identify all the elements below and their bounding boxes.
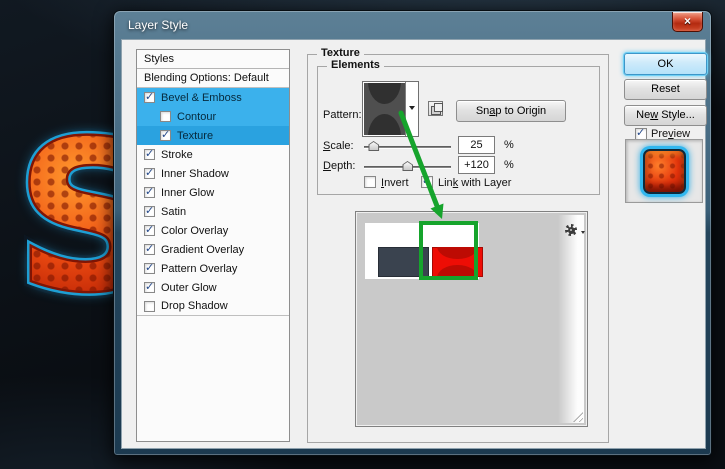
styles-list-header[interactable]: Styles <box>137 50 289 69</box>
scale-slider[interactable] <box>364 146 451 148</box>
sidebar-item-inner-shadow[interactable]: ✓ Inner Shadow <box>137 164 289 183</box>
picker-scrollbar[interactable] <box>558 215 584 423</box>
scale-input[interactable]: 25 <box>458 136 495 154</box>
sidebar-item-label: Outer Glow <box>161 282 217 294</box>
check-icon: ✓ <box>636 126 645 139</box>
sidebar-item-drop-shadow[interactable]: Drop Shadow <box>137 297 289 316</box>
checkbox-icon[interactable]: ✓ <box>144 225 155 236</box>
invert-label: Invert <box>381 177 409 189</box>
new-style-button[interactable]: New Style... <box>624 105 707 126</box>
sidebar-item-label: Bevel & Emboss <box>161 92 242 104</box>
sidebar-item-texture[interactable]: ✓ Texture <box>137 126 289 145</box>
dialog-client-area: Styles Blending Options: Default ✓ Bevel &… <box>121 39 706 449</box>
checkbox-icon[interactable]: ✓ <box>144 168 155 179</box>
ok-button[interactable]: OK <box>624 53 707 75</box>
sidebar-item-label: Contour <box>177 111 216 123</box>
checkbox-icon[interactable] <box>160 111 171 122</box>
checkbox-icon[interactable]: ✓ <box>144 206 155 217</box>
sidebar-item-blending-options-default[interactable]: Blending Options: Default <box>137 69 289 88</box>
sidebar-item-pattern-overlay[interactable]: ✓ Pattern Overlay <box>137 259 289 278</box>
sidebar-item-bevel-emboss[interactable]: ✓ Bevel & Emboss <box>137 88 289 107</box>
sidebar-item-contour[interactable]: Contour <box>137 107 289 126</box>
texture-panel: Texture Elements Pattern: Snap to Origin… <box>307 54 609 443</box>
sidebar-item-color-overlay[interactable]: ✓ Color Overlay <box>137 221 289 240</box>
scale-slider-thumb[interactable] <box>368 141 379 151</box>
dialog-title: Layer Style <box>128 18 188 32</box>
sidebar-item-label: Gradient Overlay <box>161 244 244 256</box>
sidebar-item-label: Stroke <box>161 149 193 161</box>
check-icon: ✓ <box>422 174 431 187</box>
sidebar-item-stroke[interactable]: ✓ Stroke <box>137 145 289 164</box>
pattern-swatch-red-selected[interactable] <box>432 247 483 277</box>
checkbox-icon[interactable]: ✓ <box>144 149 155 160</box>
sidebar-item-outer-glow[interactable]: ✓ Outer Glow <box>137 278 289 297</box>
depth-input[interactable]: +120 <box>458 156 495 174</box>
checkbox-icon[interactable]: ✓ <box>160 130 171 141</box>
pattern-thumbnail[interactable] <box>364 83 405 135</box>
scale-unit: % <box>504 139 514 151</box>
sidebar-item-gradient-overlay[interactable]: ✓ Gradient Overlay <box>137 240 289 259</box>
reset-button[interactable]: Reset <box>624 79 707 100</box>
flyout-triangle-icon <box>581 231 585 236</box>
checkbox-icon[interactable]: ✓ <box>144 263 155 274</box>
sidebar-item-label: Inner Shadow <box>161 168 229 180</box>
pattern-swatch-dark[interactable] <box>378 247 429 277</box>
styles-list-box: Styles Blending Options: Default ✓ Bevel &… <box>136 49 290 442</box>
checkbox-icon[interactable]: ✓ <box>144 244 155 255</box>
invert-checkbox[interactable] <box>364 176 376 188</box>
snap-to-origin-button[interactable]: Snap to Origin <box>456 100 566 122</box>
sidebar-item-inner-glow[interactable]: ✓ Inner Glow <box>137 183 289 202</box>
depth-label: Depth: <box>323 160 355 172</box>
scale-label: Scale: <box>323 140 354 152</box>
pattern-well[interactable] <box>362 81 419 137</box>
gear-icon <box>565 224 577 236</box>
elements-group-label: Elements <box>327 59 384 71</box>
layer-style-dialog: Layer Style × Styles Blending Options: D… <box>113 10 712 456</box>
sidebar-item-label: Inner Glow <box>161 187 214 199</box>
sidebar-item-label: Blending Options: Default <box>144 72 269 84</box>
sidebar-item-label: Pattern Overlay <box>161 263 237 275</box>
chevron-down-icon <box>409 106 415 113</box>
sidebar-item-label: Color Overlay <box>161 225 228 237</box>
depth-slider[interactable] <box>364 166 451 168</box>
checkbox-icon[interactable]: ✓ <box>144 282 155 293</box>
pattern-label: Pattern: <box>323 109 362 121</box>
style-preview-thumbnail <box>643 149 686 194</box>
styles-list: Blending Options: Default ✓ Bevel & Emboss… <box>137 69 289 316</box>
sidebar-item-label: Drop Shadow <box>161 300 228 312</box>
depth-slider-thumb[interactable] <box>402 161 413 171</box>
close-icon: × <box>684 14 691 28</box>
sidebar-item-label: Satin <box>161 206 186 218</box>
elements-group: Elements Pattern: Snap to Origin Scale: … <box>317 66 600 195</box>
sidebar-item-satin[interactable]: ✓ Satin <box>137 202 289 221</box>
pattern-swatch-strip <box>365 223 479 279</box>
link-with-layer-checkbox[interactable]: ✓ <box>421 176 433 188</box>
checkbox-icon[interactable]: ✓ <box>144 187 155 198</box>
style-preview-well <box>625 139 703 203</box>
link-with-layer-label: Link with Layer <box>438 177 511 189</box>
close-button[interactable]: × <box>672 12 703 32</box>
checkbox-icon[interactable]: ✓ <box>144 92 155 103</box>
new-pattern-icon[interactable] <box>428 101 443 116</box>
texture-panel-title: Texture <box>317 47 364 59</box>
pattern-dropdown-button[interactable] <box>405 82 418 136</box>
pattern-picker-panel <box>355 211 588 427</box>
checkbox-icon[interactable] <box>144 301 155 312</box>
titlebar[interactable]: Layer Style × <box>114 11 711 39</box>
depth-unit: % <box>504 159 514 171</box>
picker-menu-button[interactable] <box>565 224 585 237</box>
sidebar-item-label: Texture <box>177 130 213 142</box>
